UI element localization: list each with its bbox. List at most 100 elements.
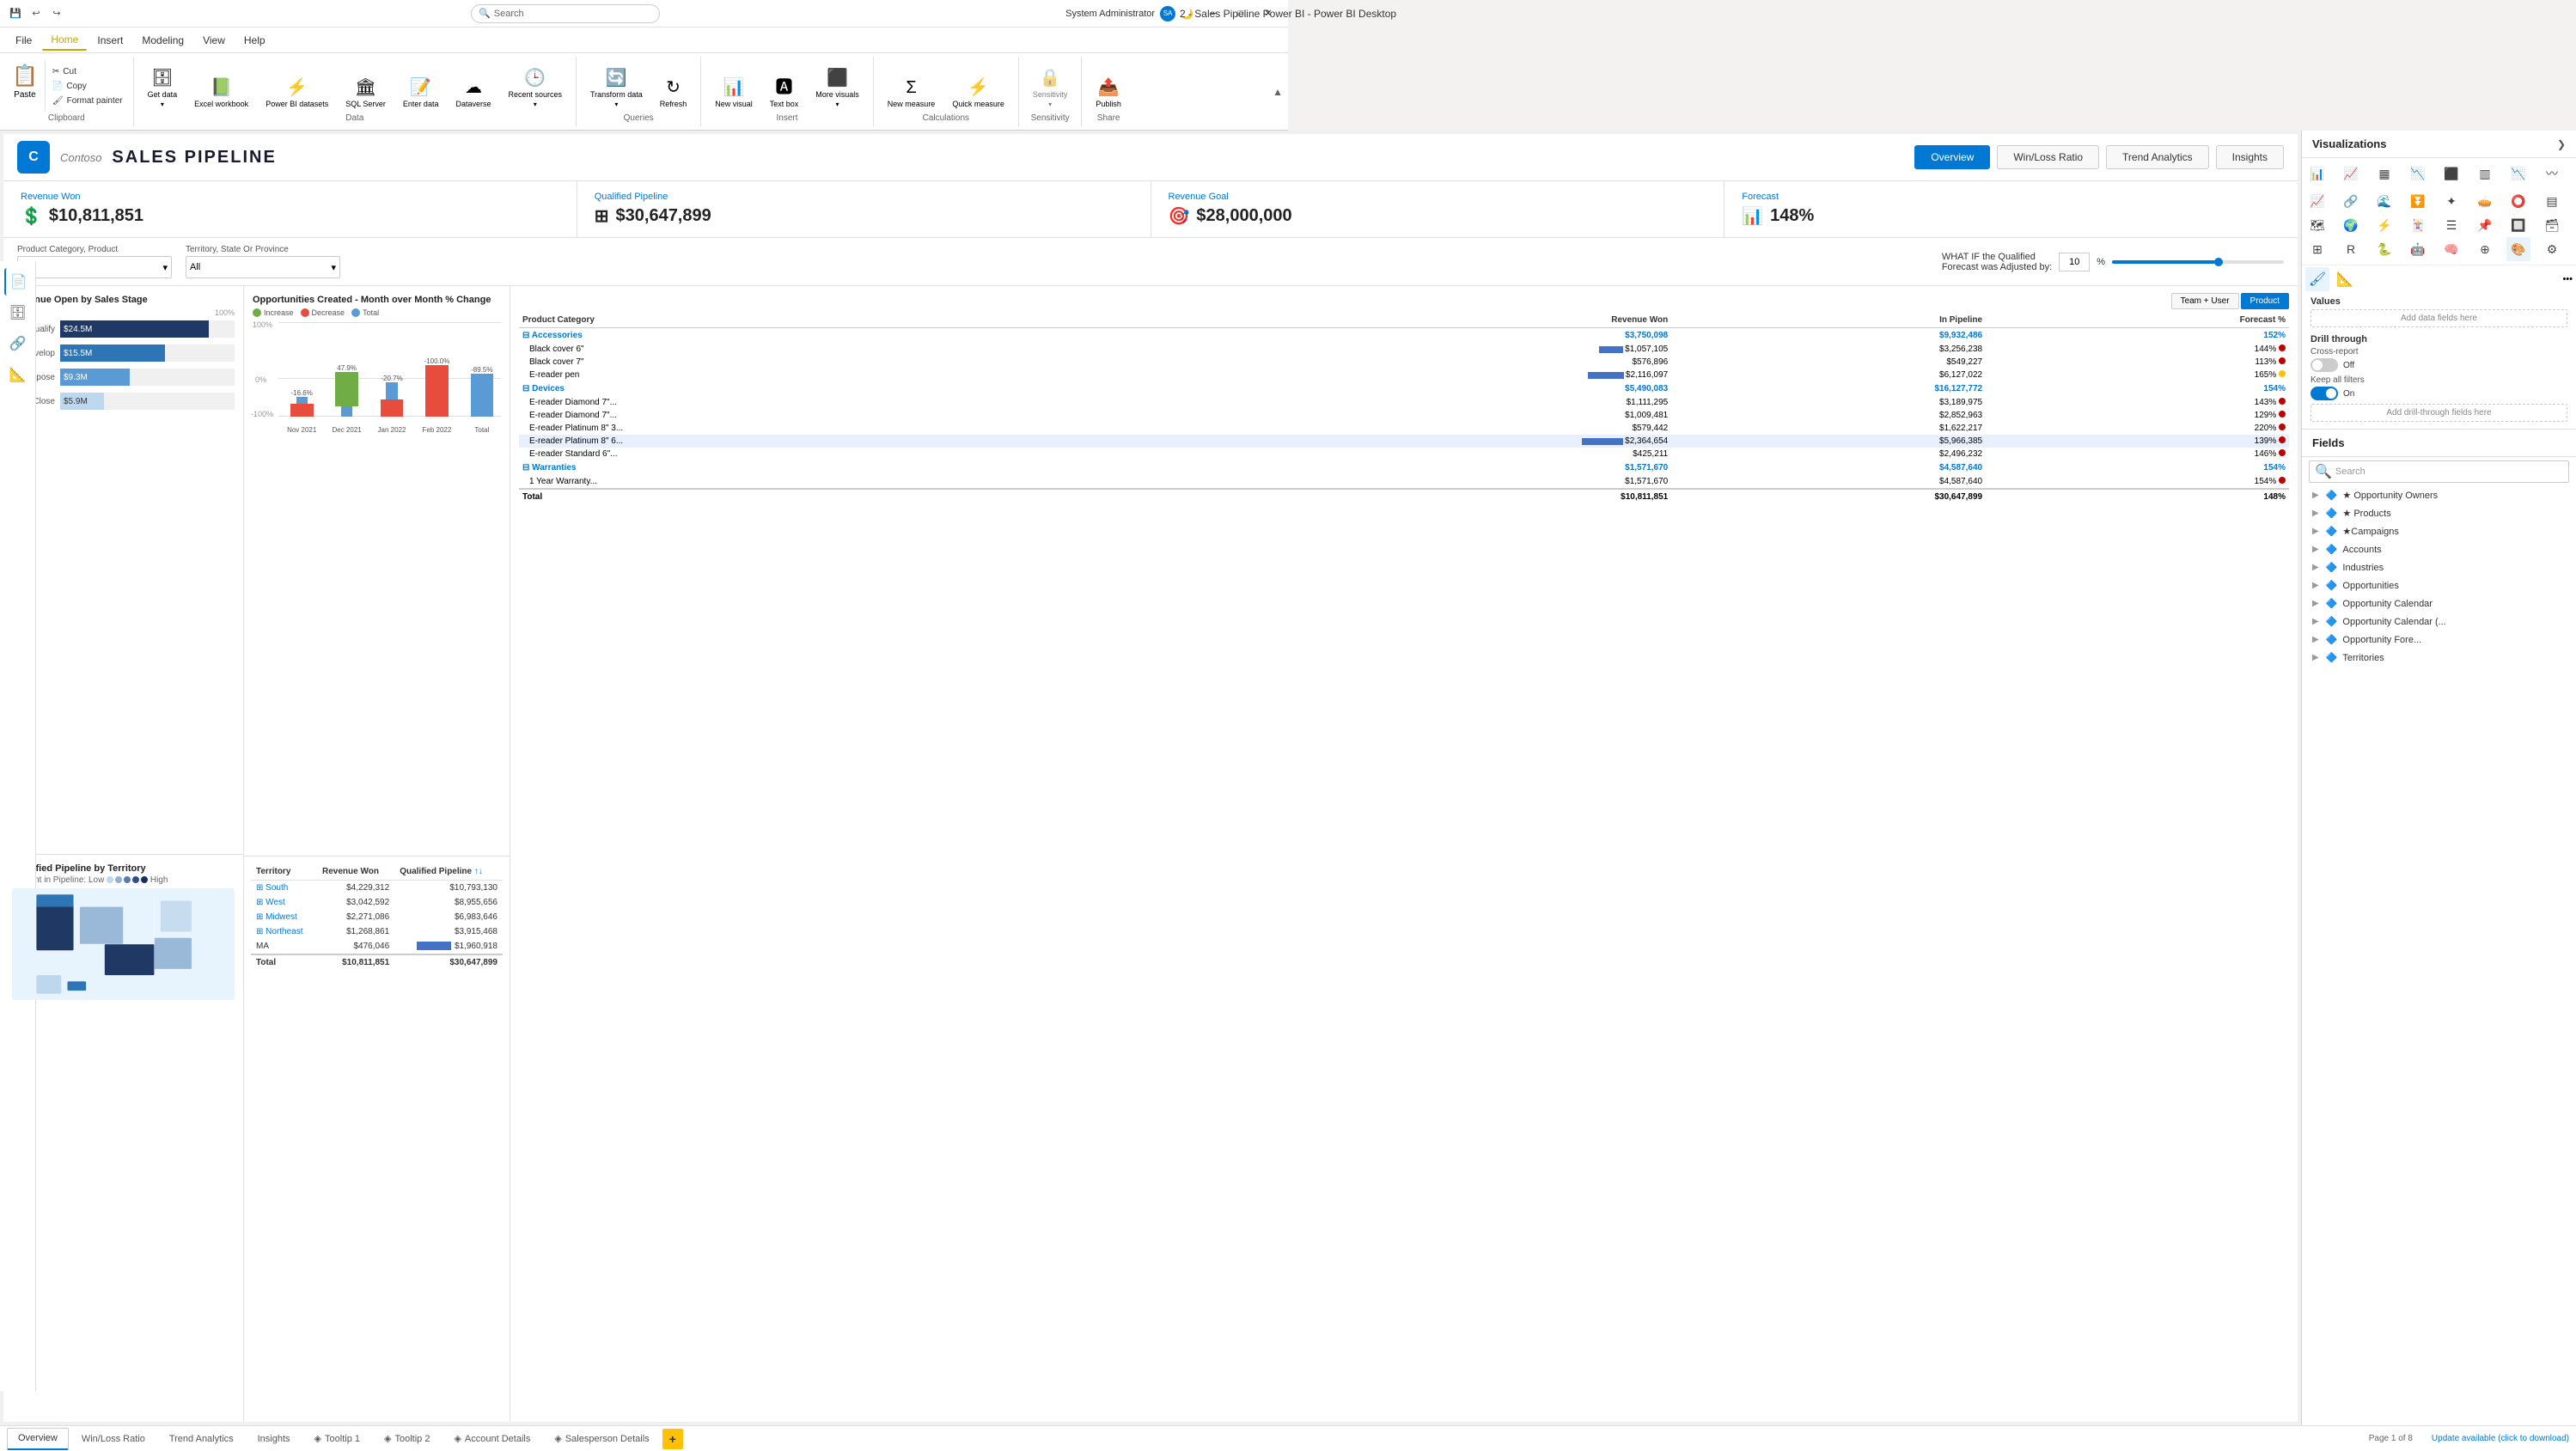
publish-button[interactable]: 📤 Publish <box>1089 73 1128 112</box>
tab-trend-analytics[interactable]: Trend Analytics <box>158 1428 245 1450</box>
viz-matrix-icon[interactable]: ⊞ <box>2305 237 2329 261</box>
viz-expand-icon[interactable]: ❯ <box>2557 138 2566 150</box>
menu-insert[interactable]: Insert <box>89 31 131 50</box>
viz-line-icon[interactable]: 📉 <box>2506 162 2530 186</box>
viz-donut-icon[interactable]: ⭕ <box>2506 189 2530 213</box>
more-visuals-button[interactable]: ⬛ More visuals ▾ <box>809 64 866 112</box>
menu-modeling[interactable]: Modeling <box>133 31 192 50</box>
territory-south[interactable]: ⊞ South <box>256 883 288 893</box>
nav-trend-analytics[interactable]: Trend Analytics <box>2106 145 2209 169</box>
territory-west[interactable]: ⊞ West <box>256 898 285 907</box>
filter-product-select[interactable]: All ▾ <box>17 256 172 278</box>
territory-midwest[interactable]: ⊞ Midwest <box>256 912 297 922</box>
viz-format-icon[interactable]: 🎨 <box>2506 237 2530 261</box>
global-search-bar[interactable]: 🔍 Search <box>471 4 660 23</box>
viz-map-icon[interactable]: 🗺 <box>2305 213 2329 237</box>
ribbon-collapse-button[interactable]: ▲ <box>1273 57 1288 126</box>
nav-win-loss[interactable]: Win/Loss Ratio <box>1997 145 2099 169</box>
viz-kpi-icon[interactable]: 📌 <box>2473 213 2497 237</box>
field-territories[interactable]: ▶ 🔷 Territories <box>2302 649 2576 667</box>
tab-insights[interactable]: Insights <box>247 1428 302 1450</box>
sensitivity-button[interactable]: 🔒 Sensitivity ▾ <box>1026 64 1075 112</box>
whatif-slider-thumb[interactable] <box>2214 258 2223 266</box>
team-user-button[interactable]: Team + User <box>2171 293 2239 309</box>
menu-view[interactable]: View <box>194 31 234 50</box>
sidebar-model-icon[interactable]: 🔗 <box>4 330 32 357</box>
viz-r-visual-icon[interactable]: R <box>2339 237 2363 261</box>
cut-button[interactable]: ✂ Cut <box>47 65 128 78</box>
fields-search-box[interactable]: 🔍 Search <box>2309 460 2569 483</box>
sidebar-data-icon[interactable]: 🗄 <box>4 299 32 326</box>
whatif-slider-track[interactable] <box>2112 260 2284 264</box>
viz-100pct-bar-icon[interactable]: ▦ <box>2372 162 2396 186</box>
viz-ai-icon[interactable]: 🧠 <box>2439 237 2463 261</box>
undo-icon[interactable]: ↩ <box>27 5 45 22</box>
maximize-button[interactable]: □ <box>1228 5 1254 22</box>
update-notice[interactable]: Update available (click to download) <box>2432 1434 2569 1443</box>
viz-analytics-icon[interactable]: 📐 <box>2333 267 2357 291</box>
viz-pie-icon[interactable]: 🥧 <box>2473 189 2497 213</box>
viz-treemap-icon[interactable]: ▤ <box>2540 189 2564 213</box>
recent-sources-button[interactable]: 🕒 Recent sources ▾ <box>501 64 569 112</box>
menu-help[interactable]: Help <box>235 31 274 50</box>
filter-territory-select[interactable]: All ▾ <box>186 256 340 278</box>
field-campaigns[interactable]: ▶ 🔷 ★Campaigns <box>2302 522 2576 540</box>
viz-custom-icon[interactable]: ⊕ <box>2473 237 2497 261</box>
sort-icon[interactable]: ↑↓ <box>474 867 483 876</box>
field-opportunities[interactable]: ▶ 🔷 Opportunities <box>2302 576 2576 594</box>
get-data-button[interactable]: 🗄 Get data ▾ <box>141 64 185 112</box>
viz-line-clustered-icon[interactable]: 📈 <box>2305 189 2329 213</box>
viz-scatter-icon[interactable]: ✦ <box>2439 189 2463 213</box>
new-measure-button[interactable]: Σ New measure <box>881 75 943 112</box>
transform-data-button[interactable]: 🔄 Transform data ▾ <box>583 64 650 112</box>
minimize-button[interactable]: ─ <box>1200 5 1226 22</box>
nav-insights[interactable]: Insights <box>2216 145 2284 169</box>
paste-button[interactable]: 📋 Paste <box>5 60 46 112</box>
add-fields-placeholder[interactable]: Add data fields here <box>2310 309 2567 327</box>
excel-workbook-button[interactable]: 📗 Excel workbook <box>187 73 255 112</box>
tab-win-loss[interactable]: Win/Loss Ratio <box>70 1428 156 1450</box>
tab-account-details[interactable]: ◈ Account Details <box>443 1428 541 1450</box>
viz-clustered-col-icon[interactable]: ⬛ <box>2439 162 2463 186</box>
sidebar-report-icon[interactable]: 📄 <box>4 268 32 296</box>
viz-area-icon[interactable]: 〰 <box>2540 162 2564 186</box>
powerbi-datasets-button[interactable]: ⚡ Power BI datasets <box>259 73 335 112</box>
sql-server-button[interactable]: 🏛 SQL Server <box>339 73 393 112</box>
refresh-button[interactable]: ↻ Refresh <box>653 73 694 112</box>
field-opportunity-forecast[interactable]: ▶ 🔷 Opportunity Fore... <box>2302 631 2576 649</box>
save-icon[interactable]: 💾 <box>7 5 24 22</box>
copy-button[interactable]: 📄 Copy <box>47 80 128 93</box>
field-accounts[interactable]: ▶ 🔷 Accounts <box>2302 540 2576 558</box>
field-opportunity-calendar[interactable]: ▶ 🔷 Opportunity Calendar <box>2302 594 2576 613</box>
tab-tooltip-1[interactable]: ◈ Tooltip 1 <box>303 1428 371 1450</box>
field-opportunity-calendar-2[interactable]: ▶ 🔷 Opportunity Calendar (... <box>2302 613 2576 631</box>
viz-shape-map-icon[interactable]: 🌍 <box>2339 213 2363 237</box>
viz-multirow-icon[interactable]: ☰ <box>2439 213 2463 237</box>
tab-salesperson-details[interactable]: ◈ Salesperson Details <box>543 1428 660 1450</box>
nav-overview[interactable]: Overview <box>1914 145 1990 169</box>
cross-report-toggle[interactable] <box>2310 358 2338 372</box>
close-button[interactable]: ✕ <box>1255 5 1281 22</box>
add-drill-placeholder[interactable]: Add drill-through fields here <box>2310 404 2567 422</box>
viz-table-icon[interactable]: 🗃 <box>2540 213 2564 237</box>
viz-paint-brush-icon[interactable]: 🖌 <box>2305 267 2329 291</box>
viz-ribbon-icon[interactable]: 🔗 <box>2339 189 2363 213</box>
redo-icon[interactable]: ↪ <box>48 5 65 22</box>
viz-stacked-col-icon[interactable]: 📉 <box>2406 162 2430 186</box>
field-opportunity-owners[interactable]: ▶ 🔷 ★ Opportunity Owners <box>2302 486 2576 504</box>
viz-clustered-bar-icon[interactable]: 📈 <box>2339 162 2363 186</box>
viz-smart-narrative-icon[interactable]: 🤖 <box>2406 237 2430 261</box>
text-box-button[interactable]: 🅰 Text box <box>763 70 806 112</box>
viz-card-icon[interactable]: 🃏 <box>2406 213 2430 237</box>
keep-filters-toggle[interactable] <box>2310 387 2338 400</box>
quick-measure-button[interactable]: ⚡ Quick measure <box>945 73 1011 112</box>
viz-gauge-icon[interactable]: ⚡ <box>2372 213 2396 237</box>
ellipsis-icon[interactable]: ••• <box>2562 274 2573 284</box>
product-button[interactable]: Product <box>2241 293 2289 309</box>
viz-funnel-icon[interactable]: ⏬ <box>2406 189 2430 213</box>
sidebar-dax-icon[interactable]: 📐 <box>4 361 32 388</box>
viz-waterfall-icon[interactable]: 🌊 <box>2372 189 2396 213</box>
viz-python-visual-icon[interactable]: 🐍 <box>2372 237 2396 261</box>
viz-100pct-col-icon[interactable]: ▥ <box>2473 162 2497 186</box>
viz-stacked-bar-icon[interactable]: 📊 <box>2305 162 2329 186</box>
